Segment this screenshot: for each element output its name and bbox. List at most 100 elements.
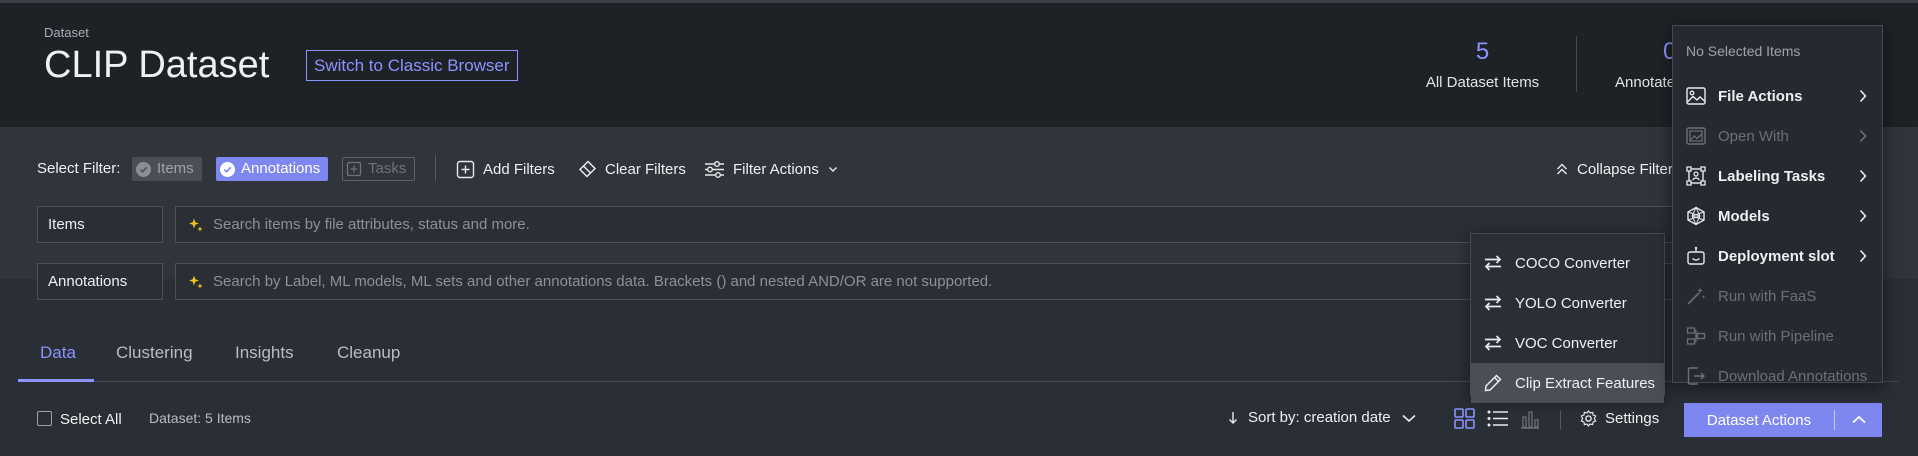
menu-item-run-with-faas[interactable]: Run with FaaS (1673, 276, 1882, 316)
magic-wand-icon (1686, 286, 1706, 306)
items-search-input[interactable]: Search items by file attributes, status … (175, 206, 1675, 243)
menu-item-label: Download Annotations (1718, 367, 1868, 385)
chevron-right-icon (1858, 129, 1868, 143)
add-filters-label: Add Filters (483, 160, 555, 178)
annotated-label: Annotate (1615, 74, 1676, 91)
select-filter-label: Select Filter: (37, 160, 121, 177)
chevron-down-icon (827, 163, 839, 175)
menu-item-run-with-pipeline[interactable]: Run with Pipeline (1673, 316, 1882, 356)
plus-square-icon (346, 161, 362, 177)
clear-filters-button[interactable]: Clear Filters (577, 157, 686, 181)
menu-item-voc-converter[interactable]: VOC Converter (1471, 323, 1664, 363)
all-items-count[interactable]: 5 (1400, 38, 1565, 66)
sort-label: Sort by: creation date (1248, 409, 1391, 426)
sliders-icon (704, 160, 725, 179)
menu-item-label: Models (1718, 207, 1770, 225)
breadcrumb: Dataset (44, 25, 89, 40)
dataset-header (0, 0, 1918, 127)
sparkle-icon (188, 274, 204, 290)
menu-item-label: Open With (1718, 127, 1789, 145)
chevron-right-icon (1858, 249, 1868, 263)
check-circle-icon (220, 161, 235, 177)
dataset-item-count: Dataset: 5 Items (149, 410, 251, 426)
gear-icon (1580, 410, 1597, 427)
eraser-icon (577, 159, 597, 179)
chevron-right-icon (1858, 209, 1868, 223)
dataset-actions-label: Dataset Actions (1706, 411, 1812, 429)
menu-item-models[interactable]: Models (1673, 196, 1882, 236)
filter-chip-tasks[interactable]: Tasks (342, 157, 416, 181)
annotations-filter-label: Annotations (37, 263, 163, 300)
filter-actions-label: Filter Actions (733, 160, 819, 178)
select-all-label[interactable]: Select All (60, 411, 122, 428)
chevron-up-icon[interactable] (1835, 414, 1882, 426)
menu-item-label: YOLO Converter (1515, 294, 1627, 312)
chevrons-up-icon (1555, 162, 1569, 176)
settings-button[interactable]: Settings (1580, 410, 1659, 427)
view-mode-switcher (1454, 408, 1540, 429)
check-circle-icon (136, 161, 151, 177)
menu-item-download-annotations[interactable]: Download Annotations (1673, 356, 1882, 396)
stat-divider (1576, 36, 1577, 92)
collapse-filters-button[interactable]: Collapse Filters (1555, 157, 1680, 181)
settings-label: Settings (1605, 410, 1660, 427)
toolbar-divider (1560, 410, 1561, 430)
menu-item-yolo-converter[interactable]: YOLO Converter (1471, 283, 1664, 323)
filter-chip-items[interactable]: Items (132, 157, 202, 181)
arrow-down-icon (1228, 411, 1238, 425)
image-icon (1686, 87, 1706, 105)
swap-icon (1483, 254, 1503, 272)
grid-view-icon[interactable] (1454, 408, 1475, 429)
models-icon (1686, 206, 1706, 226)
all-items-label: All Dataset Items (1425, 74, 1540, 91)
tab-insights[interactable]: Insights (235, 343, 294, 363)
menu-item-label: Clip Extract Features (1515, 374, 1656, 392)
chart-view-icon[interactable] (1520, 409, 1540, 429)
menu-item-labeling-tasks[interactable]: Labeling Tasks (1673, 156, 1882, 196)
chevron-down-icon (1401, 412, 1417, 424)
swap-icon (1483, 294, 1503, 312)
swap-icon (1483, 334, 1503, 352)
menu-item-file-actions[interactable]: File Actions (1673, 76, 1882, 116)
tab-clustering[interactable]: Clustering (116, 343, 193, 363)
toolbar-divider (435, 155, 436, 181)
filter-chip-annotations[interactable]: Annotations (216, 157, 329, 181)
robot-icon (1686, 246, 1706, 266)
filter-chip-annotations-label: Annotations (241, 160, 321, 177)
menu-item-clip-extract-features[interactable]: Clip Extract Features (1471, 363, 1664, 403)
export-icon (1686, 366, 1706, 386)
filter-chip-tasks-label: Tasks (368, 160, 407, 177)
tab-data[interactable]: Data (40, 343, 76, 363)
filter-actions-button[interactable]: Filter Actions (704, 157, 839, 181)
filter-chip-items-label: Items (157, 160, 194, 177)
chevron-right-icon (1858, 89, 1868, 103)
menu-item-label: File Actions (1718, 87, 1803, 105)
items-search-placeholder: Search items by file attributes, status … (213, 216, 530, 233)
select-all-checkbox[interactable] (37, 411, 52, 426)
active-tab-indicator (18, 379, 94, 382)
sparkle-icon (188, 217, 204, 233)
menu-item-coco-converter[interactable]: COCO Converter (1471, 243, 1664, 283)
sort-dropdown[interactable]: Sort by: creation date (1228, 409, 1417, 426)
menu-item-label: VOC Converter (1515, 334, 1618, 352)
menu-item-label: Deployment slot (1718, 247, 1835, 265)
image-icon (1686, 127, 1706, 145)
menu-item-label: Run with FaaS (1718, 287, 1817, 305)
menu-item-deployment-slot[interactable]: Deployment slot (1673, 236, 1882, 276)
dataset-actions-menu: No Selected Items File Actions Open With… (1672, 25, 1883, 385)
switch-classic-browser-button[interactable]: Switch to Classic Browser (306, 50, 518, 81)
dataset-actions-button[interactable]: Dataset Actions (1684, 403, 1882, 437)
pipeline-icon (1686, 326, 1706, 346)
menu-item-open-with[interactable]: Open With (1673, 116, 1882, 156)
tab-cleanup[interactable]: Cleanup (337, 343, 400, 363)
menu-item-label: Labeling Tasks (1718, 167, 1826, 185)
list-view-icon[interactable] (1487, 409, 1508, 428)
clear-filters-label: Clear Filters (605, 160, 686, 178)
add-filters-button[interactable]: Add Filters (456, 157, 555, 181)
bounding-box-icon (1686, 166, 1706, 186)
plus-square-icon (456, 160, 475, 179)
menu-item-label: COCO Converter (1515, 254, 1631, 272)
page-title: CLIP Dataset (44, 44, 270, 86)
collapse-filters-label: Collapse Filters (1577, 160, 1681, 178)
annotations-search-input[interactable]: Search by Label, ML models, ML sets and … (175, 263, 1675, 300)
